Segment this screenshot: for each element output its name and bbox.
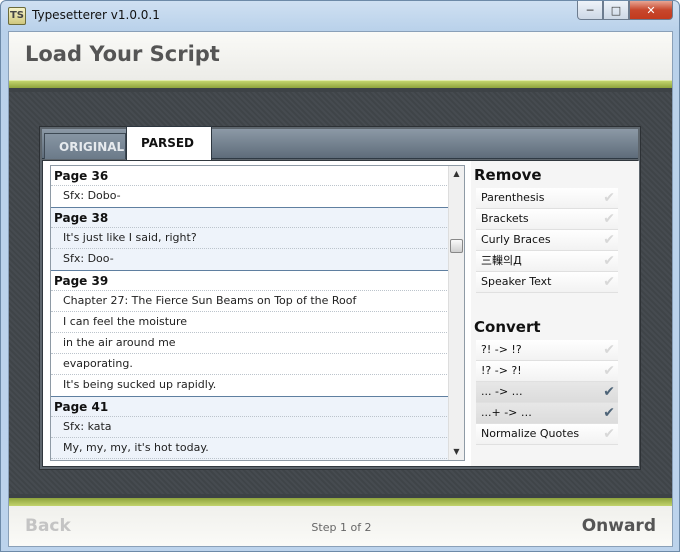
page-title: Load Your Script	[25, 42, 220, 66]
minimize-icon: ─	[586, 3, 594, 17]
scroll-down-icon[interactable]: ▼	[449, 444, 464, 460]
script-line[interactable]: My, my, my, it's hot today.	[51, 438, 449, 459]
convert-option[interactable]: Normalize Quotes ✔	[476, 424, 618, 445]
script-line[interactable]: It's just like I said, right?	[51, 228, 449, 249]
window-controls: ─ □ ✕	[577, 1, 673, 21]
checkmark-icon[interactable]: ✔	[603, 426, 615, 442]
scrollbar[interactable]: ▲ ▼	[448, 166, 464, 460]
close-button[interactable]: ✕	[629, 1, 673, 20]
option-label: Curly Braces	[481, 233, 551, 246]
remove-option[interactable]: Curly Braces ✔	[476, 230, 618, 251]
remove-option[interactable]: Speaker Text ✔	[476, 272, 618, 293]
checkmark-icon[interactable]: ✔	[603, 274, 615, 290]
convert-option[interactable]: ... -> … ✔	[476, 382, 618, 403]
script-line[interactable]: Chapter 27: The Fierce Sun Beams on Top …	[51, 291, 449, 312]
header: Load Your Script	[9, 32, 672, 80]
script-rows: Page 36 Sfx: Dobo- Page 38 It's just like I…	[51, 166, 449, 460]
option-label: ...+ -> …	[481, 406, 532, 419]
options-sidebar: Remove Parenthesis ✔ Brackets ✔ Curly Braces…	[471, 161, 639, 466]
convert-option[interactable]: !? -> ?! ✔	[476, 361, 618, 382]
checkmark-icon[interactable]: ✔	[603, 363, 615, 379]
option-label: ?! -> !?	[481, 343, 522, 356]
window-title: Typesetterer v1.0.0.1	[32, 8, 160, 22]
script-line[interactable]: Sfx: Dobo-	[51, 186, 449, 207]
option-label: 三轈의Д	[481, 254, 522, 267]
remove-option[interactable]: 三轈의Д ✔	[476, 251, 618, 272]
onward-button[interactable]: Onward	[582, 516, 656, 536]
script-list[interactable]: Page 36 Sfx: Dobo- Page 38 It's just like I…	[50, 165, 465, 461]
tab-bar: ORIGINAL PARSED	[42, 126, 638, 160]
option-label: !? -> ?!	[481, 364, 522, 377]
maximize-button[interactable]: □	[603, 1, 629, 20]
remove-option[interactable]: Parenthesis ✔	[476, 188, 618, 209]
checkmark-icon[interactable]: ✔	[603, 211, 615, 227]
page-heading[interactable]: Page 38	[51, 208, 449, 228]
script-line[interactable]: Sfx: kata	[51, 417, 449, 438]
script-line[interactable]: It's being sucked up rapidly.	[51, 375, 449, 396]
remove-section-title: Remove	[474, 166, 542, 184]
convert-option[interactable]: ?! -> !? ✔	[476, 340, 618, 361]
app-logo-icon: TS	[8, 7, 26, 25]
scroll-thumb[interactable]	[450, 239, 463, 253]
page-heading[interactable]: Page 36	[51, 166, 449, 186]
app-window: TS Typesetterer v1.0.0.1 ─ □ ✕ Load Your…	[0, 0, 680, 552]
checkmark-icon[interactable]: ✔	[603, 342, 615, 358]
checkmark-icon[interactable]: ✔	[603, 190, 615, 206]
script-line[interactable]: in the air around me	[51, 333, 449, 354]
checkmark-icon[interactable]: ✔	[603, 232, 615, 248]
script-frame: ORIGINAL PARSED Page 36 Sfx: Dobo- Page 38…	[39, 126, 641, 470]
script-page-group: Page 38 It's just like I said, right? Sfx:…	[51, 208, 449, 271]
page-heading[interactable]: Page 39	[51, 271, 449, 291]
checkmark-icon[interactable]: ✔	[603, 405, 615, 421]
footer: Back Step 1 of 2 Onward	[9, 506, 672, 546]
footer-accent-stripe	[9, 498, 672, 506]
client-area: Load Your Script ORIGINAL PARSED Page 36…	[8, 31, 673, 547]
script-page-group: Page 41 Sfx: kata My, my, my, it's hot tod…	[51, 397, 449, 460]
close-icon: ✕	[646, 3, 656, 17]
maximize-icon: □	[610, 3, 622, 17]
scroll-up-icon[interactable]: ▲	[449, 166, 464, 182]
step-indicator: Step 1 of 2	[311, 521, 372, 534]
convert-section-title: Convert	[474, 318, 541, 336]
script-line[interactable]: Sfx: Doo-	[51, 249, 449, 270]
header-accent-stripe	[9, 80, 672, 88]
script-page-group: Page 39 Chapter 27: The Fierce Sun Beams …	[51, 271, 449, 397]
option-label: ... -> …	[481, 385, 523, 398]
option-label: Normalize Quotes	[481, 427, 580, 440]
script-line[interactable]: Please in the old days, the sun focused …	[51, 459, 449, 460]
remove-option[interactable]: Brackets ✔	[476, 209, 618, 230]
checkmark-icon[interactable]: ✔	[603, 384, 615, 400]
parsed-panel: Page 36 Sfx: Dobo- Page 38 It's just like I…	[42, 160, 639, 467]
tab-original[interactable]: ORIGINAL	[44, 133, 126, 159]
convert-option[interactable]: ...+ -> … ✔	[476, 403, 618, 424]
content-stage: ORIGINAL PARSED Page 36 Sfx: Dobo- Page 38…	[9, 92, 672, 494]
script-line[interactable]: I can feel the moisture	[51, 312, 449, 333]
option-label: Parenthesis	[481, 191, 545, 204]
page-heading[interactable]: Page 41	[51, 397, 449, 417]
script-page-group: Page 36 Sfx: Dobo-	[51, 166, 449, 208]
title-bar[interactable]: TS Typesetterer v1.0.0.1 ─ □ ✕	[1, 1, 679, 29]
checkmark-icon[interactable]: ✔	[603, 253, 615, 269]
option-label: Brackets	[481, 212, 529, 225]
script-line[interactable]: evaporating.	[51, 354, 449, 375]
minimize-button[interactable]: ─	[577, 1, 603, 20]
option-label: Speaker Text	[481, 275, 552, 288]
tab-parsed[interactable]: PARSED	[126, 126, 212, 160]
